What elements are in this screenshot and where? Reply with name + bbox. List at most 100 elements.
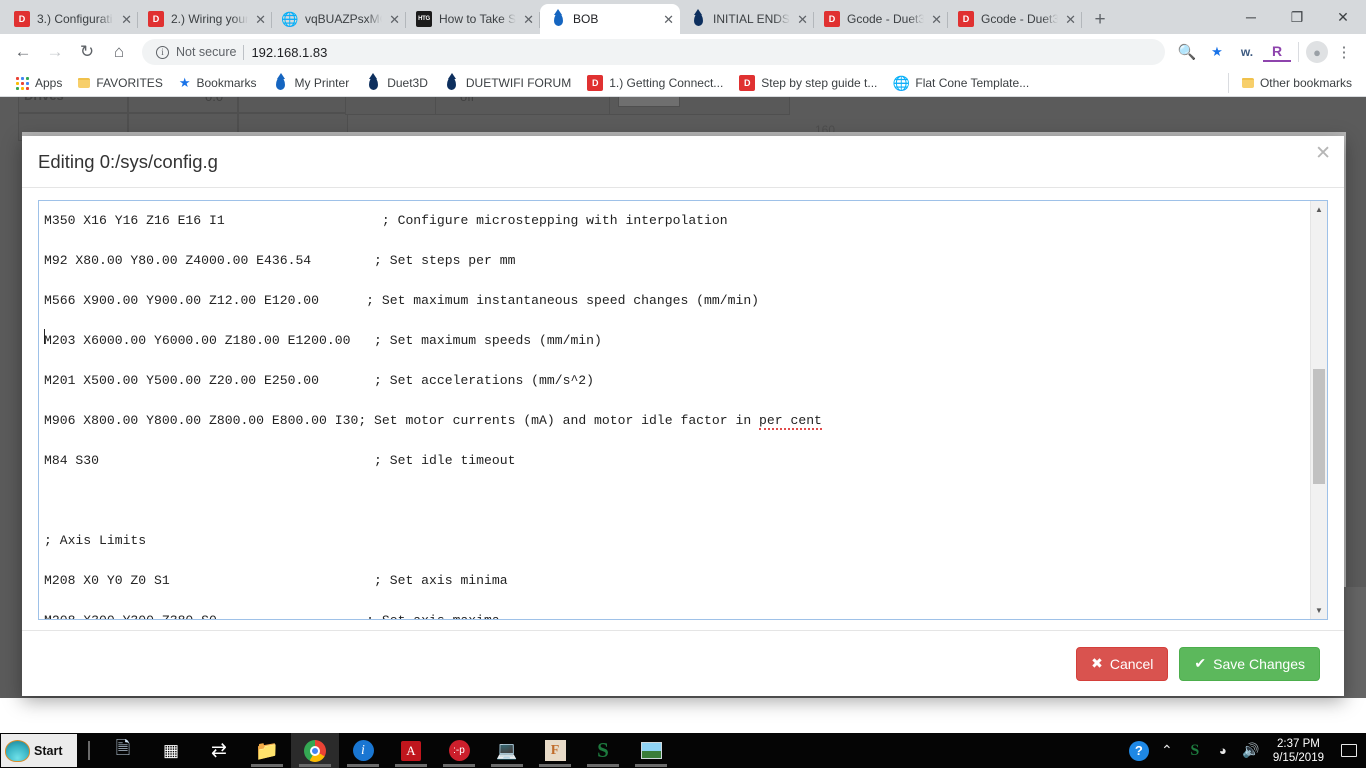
home-icon[interactable]: ⌂ [104, 37, 134, 67]
code-line: M208 X300 Y300 Z380 S0 ; Set axis maxima [44, 611, 1305, 619]
scrollbar-thumb[interactable] [1313, 369, 1325, 484]
code-editor[interactable]: M350 X16 Y16 Z16 E16 I1 ; Configure micro… [38, 200, 1328, 620]
dialog-title: Editing 0:/sys/config.g [38, 150, 218, 172]
taskbar-chrome-icon[interactable] [291, 733, 339, 768]
bookmark-duet3d[interactable]: Duet3D [357, 72, 436, 94]
cancel-label: Cancel [1109, 655, 1154, 672]
star-icon: ★ [178, 75, 191, 90]
scroll-down-icon[interactable]: ▼ [1311, 602, 1327, 619]
browser-tab-4-active[interactable]: BOB ✕ [540, 4, 680, 34]
droplet-dark-icon [444, 75, 460, 91]
security-label: Not secure [176, 45, 237, 59]
chevron-up-icon[interactable]: ⌃ [1153, 733, 1181, 768]
droplet-icon [550, 11, 566, 27]
close-icon[interactable]: ✕ [523, 13, 534, 26]
folder-icon [1241, 78, 1254, 88]
close-icon[interactable]: ✕ [663, 13, 674, 26]
taskbar-photos-icon[interactable] [627, 733, 675, 768]
close-icon[interactable]: ✕ [255, 13, 266, 26]
code-line: M208 X0 Y0 Z0 S1 ; Set axis minima [44, 571, 1305, 591]
taskbar-calculator-icon[interactable]: ▦ [147, 733, 195, 768]
browser-tab-0[interactable]: D 3.) Configurati ✕ [4, 4, 138, 34]
action-center-icon[interactable] [1332, 733, 1366, 768]
bookmark-label: Other bookmarks [1259, 76, 1352, 90]
code-line: M201 X500.00 Y500.00 Z20.00 E250.00 ; Set… [44, 371, 1305, 391]
maximize-icon[interactable]: ❐ [1274, 0, 1320, 34]
taskbar-divider [88, 741, 90, 760]
r-extension-icon[interactable]: R [1263, 43, 1291, 62]
bookmark-bookmarks[interactable]: ★ Bookmarks [171, 72, 265, 94]
start-button[interactable]: Start [1, 734, 77, 767]
chrome-menu-icon[interactable]: ⋮ [1330, 38, 1358, 66]
save-changes-button[interactable]: ✔ Save Changes [1179, 646, 1320, 681]
browser-tab-5[interactable]: INITIAL ENDST ✕ [680, 4, 814, 34]
bookmark-star-icon[interactable]: ★ [1203, 38, 1231, 66]
minimize-icon[interactable]: ─ [1228, 0, 1274, 34]
duet-icon: D [587, 75, 604, 91]
bookmark-my-printer[interactable]: My Printer [265, 72, 358, 94]
close-icon[interactable]: ✕ [389, 13, 400, 26]
bookmark-step-by-step[interactable]: D Step by step guide t... [731, 72, 885, 94]
dialog-footer: ✖ Cancel ✔ Save Changes [22, 630, 1344, 696]
bookmark-label: Flat Cone Template... [915, 76, 1030, 90]
taskbar-transfer-icon[interactable]: ⇄ [195, 733, 243, 768]
bookmark-other[interactable]: Other bookmarks [1234, 72, 1360, 94]
forward-icon[interactable]: → [40, 37, 70, 67]
wifi-icon[interactable]: ◕ [1209, 733, 1237, 768]
simplify3d-tray-icon[interactable]: S [1181, 733, 1209, 768]
taskbar-fusion360-icon[interactable]: F [531, 733, 579, 768]
taskbar-notepad-icon[interactable]: 🗎 [99, 733, 147, 768]
code-text: M92 X80.00 Y80.00 Z4000.00 E436.54 [44, 253, 312, 268]
editor-scrollbar[interactable]: ▲ ▼ [1310, 201, 1327, 619]
close-icon[interactable]: ✕ [797, 13, 808, 26]
profile-avatar[interactable]: ● [1306, 41, 1328, 63]
code-line: M350 X16 Y16 Z16 E16 I1 ; Configure micro… [44, 211, 1305, 231]
desktop: D 3.) Configurati ✕ D 2.) Wiring your ✕ … [0, 0, 1366, 768]
scroll-up-icon[interactable]: ▲ [1311, 201, 1327, 218]
bookmark-getting-connected[interactable]: D 1.) Getting Connect... [579, 72, 731, 94]
code-text: M208 X300 Y300 Z380 S0 [44, 613, 217, 619]
close-icon[interactable]: ✕ [1315, 144, 1331, 163]
browser-tab-6[interactable]: D Gcode - Duet3 ✕ [814, 4, 948, 34]
comment-text: ; Set axis minima [374, 573, 508, 588]
browser-tab-7[interactable]: D Gcode - Duet3 ✕ [948, 4, 1082, 34]
w-extension-icon[interactable]: w. [1233, 38, 1261, 66]
bookmark-favorites[interactable]: FAVORITES [70, 72, 170, 94]
taskbar-simplify3d-icon[interactable]: S [579, 733, 627, 768]
bookmark-flat-cone[interactable]: 🌐 Flat Cone Template... [885, 72, 1037, 94]
bookmark-apps[interactable]: Apps [8, 72, 70, 94]
zoom-out-icon[interactable]: 🔍 [1173, 38, 1201, 66]
code-content[interactable]: M350 X16 Y16 Z16 E16 I1 ; Configure micro… [44, 201, 1305, 619]
browser-toolbar: ← → ↻ ⌂ i Not secure 192.168.1.83 🔍 ★ w.… [0, 34, 1366, 70]
close-icon[interactable]: ✕ [931, 13, 942, 26]
browser-tab-2[interactable]: 🌐 vqBUAZPsxMC ✕ [272, 4, 406, 34]
back-icon[interactable]: ← [8, 37, 38, 67]
cancel-button[interactable]: ✖ Cancel [1076, 646, 1169, 681]
clock[interactable]: 2:37 PM 9/15/2019 [1265, 737, 1332, 765]
bookmark-label: 1.) Getting Connect... [609, 76, 724, 90]
taskbar-snip-icon[interactable]: :-p [435, 733, 483, 768]
browser-tab-3[interactable]: HTG How to Take S ✕ [406, 4, 540, 34]
close-icon[interactable]: ✕ [1065, 13, 1076, 26]
address-bar[interactable]: i Not secure 192.168.1.83 [142, 39, 1165, 65]
close-icon[interactable]: ✕ [121, 13, 132, 26]
close-window-icon[interactable]: ✕ [1320, 0, 1366, 34]
info-icon[interactable]: i [156, 45, 169, 59]
reload-icon[interactable]: ↻ [72, 37, 102, 67]
taskbar-acrobat-icon[interactable]: A [387, 733, 435, 768]
browser-tab-1[interactable]: D 2.) Wiring your ✕ [138, 4, 272, 34]
text-caret [44, 329, 45, 344]
taskbar-explorer-icon[interactable]: 📁 [243, 733, 291, 768]
help-icon[interactable]: ? [1125, 733, 1153, 768]
clock-time: 2:37 PM [1277, 737, 1320, 750]
volume-icon[interactable]: 🔊 [1237, 733, 1265, 768]
tab-title: Gcode - Duet3 [847, 12, 925, 26]
bookmark-label: My Printer [294, 76, 350, 90]
new-tab-button[interactable]: + [1086, 6, 1114, 34]
taskbar-info-icon[interactable]: i [339, 733, 387, 768]
taskbar-computer-icon[interactable]: 💻 [483, 733, 531, 768]
duet-icon: D [739, 75, 756, 91]
code-line: ; Axis Limits [44, 531, 1305, 551]
bookmark-duetwifi-forum[interactable]: DUETWIFI FORUM [436, 72, 579, 94]
